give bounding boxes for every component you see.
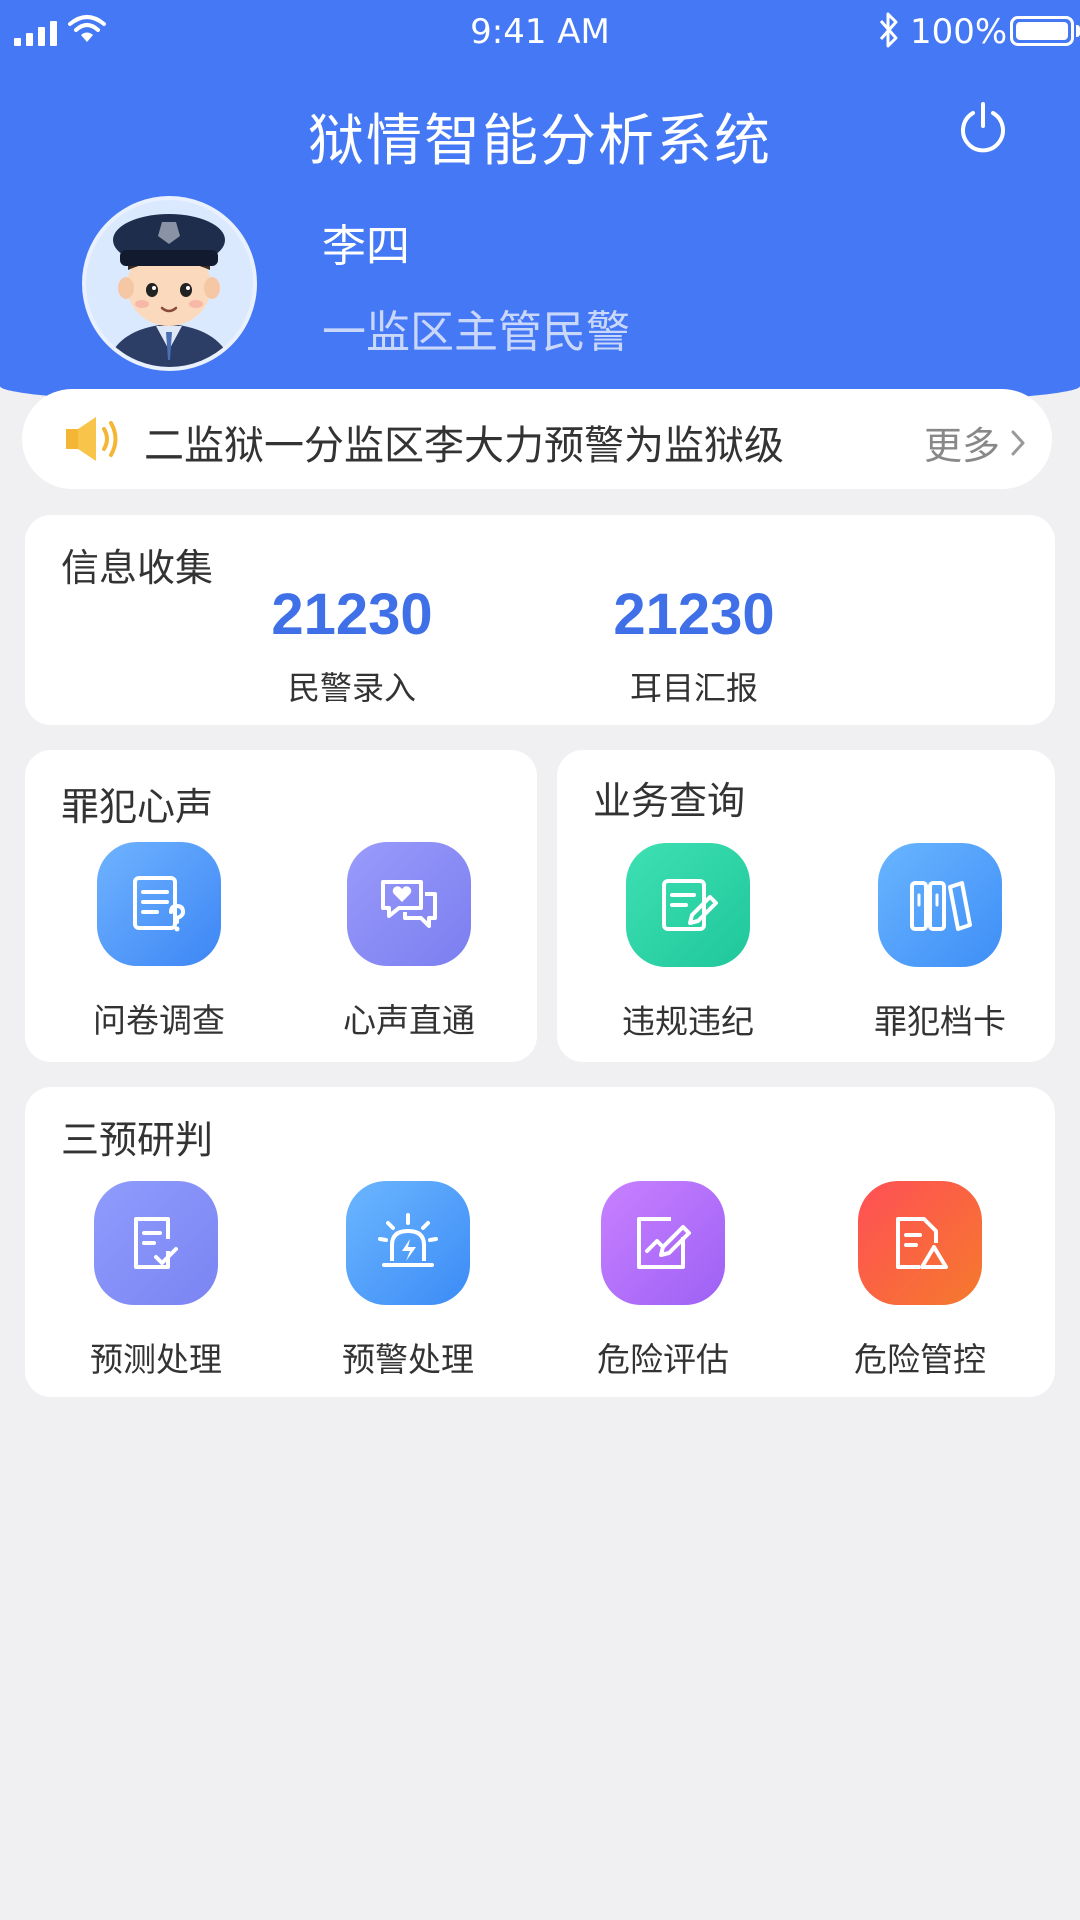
app-title: 狱情智能分析系统 — [308, 109, 772, 174]
alarm-icon — [346, 1181, 470, 1305]
user-name: 李四 — [322, 221, 410, 272]
stat-informant-value[interactable]: 21230 — [574, 581, 814, 648]
battery-icon — [1010, 16, 1074, 46]
violation-tile[interactable]: 违规违纪 — [588, 843, 788, 1043]
business-query-card: 业务查询 违规违纪 罪犯档卡 — [557, 750, 1055, 1062]
questionnaire-label: 问卷调查 — [93, 1001, 225, 1040]
violation-icon — [626, 843, 750, 967]
criminal-voice-title: 罪犯心声 — [61, 785, 214, 829]
chevron-right-icon — [1011, 430, 1025, 455]
risk-assessment-label: 危险评估 — [597, 1340, 729, 1379]
three-predictions-title: 三预研判 — [61, 1118, 214, 1162]
status-bar: 9:41 AM 100% — [0, 0, 1080, 64]
risk-assessment-tile[interactable]: 危险评估 — [563, 1181, 763, 1381]
voice-direct-tile[interactable]: 心声直通 — [309, 842, 509, 1042]
battery-percent: 100% — [910, 12, 1008, 52]
questionnaire-icon — [97, 842, 221, 966]
stat-police-entry-label: 民警录入 — [287, 669, 416, 707]
questionnaire-tile[interactable]: 问卷调查 — [59, 842, 259, 1042]
stat-police-entry-value[interactable]: 21230 — [232, 581, 472, 648]
warning-tile[interactable]: 预警处理 — [308, 1181, 508, 1381]
criminal-file-icon — [878, 843, 1002, 967]
notice-more-link[interactable]: 更多 — [924, 415, 1026, 470]
business-query-title: 业务查询 — [593, 779, 746, 823]
prediction-icon — [94, 1181, 218, 1305]
voice-direct-icon — [347, 842, 471, 966]
risk-control-icon — [858, 1181, 982, 1305]
violation-label: 违规违纪 — [622, 1002, 754, 1041]
info-collection-title: 信息收集 — [61, 546, 214, 590]
power-icon[interactable] — [956, 100, 1010, 154]
risk-assessment-icon — [601, 1181, 725, 1305]
criminal-file-label: 罪犯档卡 — [874, 1002, 1006, 1041]
prediction-tile[interactable]: 预测处理 — [56, 1181, 256, 1381]
speaker-icon — [66, 417, 118, 461]
criminal-file-tile[interactable]: 罪犯档卡 — [840, 843, 1040, 1043]
notice-bar[interactable]: 二监狱一分监区李大力预警为监狱级 更多 — [22, 389, 1052, 489]
stat-informant-label: 耳目汇报 — [629, 669, 758, 707]
three-predictions-card: 三预研判 预测处理 预警处理 危险评估 危险管控 — [25, 1087, 1055, 1397]
notice-more-label: 更多 — [924, 424, 1001, 468]
warning-label: 预警处理 — [342, 1340, 474, 1379]
risk-control-tile[interactable]: 危险管控 — [820, 1181, 1020, 1381]
criminal-voice-card: 罪犯心声 问卷调查 心声直通 — [25, 750, 537, 1062]
bluetooth-icon — [879, 12, 898, 48]
risk-control-label: 危险管控 — [854, 1340, 986, 1379]
user-role: 一监区主管民警 — [322, 307, 630, 358]
prediction-label: 预测处理 — [90, 1340, 222, 1379]
info-collection-card: 信息收集 21230 民警录入 21230 耳目汇报 — [25, 515, 1055, 725]
notice-text: 二监狱一分监区李大力预警为监狱级 — [144, 423, 784, 469]
avatar — [82, 196, 257, 371]
voice-direct-label: 心声直通 — [343, 1001, 475, 1040]
